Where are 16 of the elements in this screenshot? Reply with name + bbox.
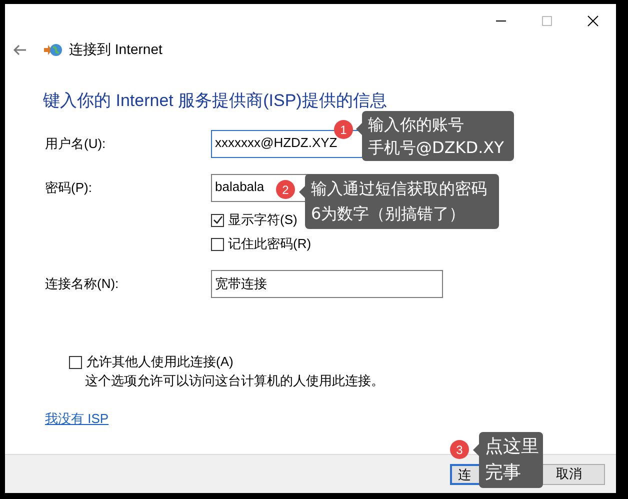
callout-text: 点这里 xyxy=(485,435,537,459)
checkbox-label: 允许其他人使用此连接(A) xyxy=(86,353,234,371)
checkbox-label: 记住此密码(R) xyxy=(228,235,312,253)
field-label: 连接名称(N): xyxy=(45,275,120,293)
checkbox-label: 显示字符(S) xyxy=(228,211,298,229)
step-number-badge: 2 xyxy=(276,180,295,199)
field-label: 密码(P): xyxy=(45,179,93,197)
callout-text: 输入通过短信获取的密码 xyxy=(311,178,488,200)
step-number-badge: 1 xyxy=(334,120,353,139)
field-label: 用户名(U): xyxy=(45,135,107,153)
window-title: 连接到 Internet xyxy=(69,41,162,59)
callout-text: 6为数字（别搞错了） xyxy=(311,203,466,225)
step-number-badge: 3 xyxy=(450,440,469,459)
option-description: 这个选项允许可以访问这台计算机的人使用此连接。 xyxy=(85,372,385,390)
callout-text: 完事 xyxy=(485,461,522,485)
heading: 键入你的 Internet 服务提供商(ISP)提供的信息 xyxy=(43,90,388,112)
